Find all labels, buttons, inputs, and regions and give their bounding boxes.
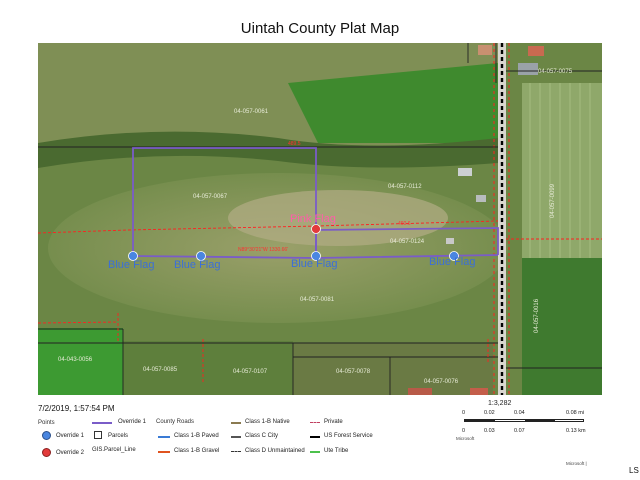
scale-tick-km: 0.07	[514, 428, 525, 434]
scale-tick-km: 0.13 km	[566, 428, 586, 434]
legend-class-d-unmaintained: Class D Unmaintained	[245, 448, 305, 454]
building	[446, 238, 454, 244]
field-south-east	[293, 343, 493, 395]
legend-class-c-city: Class C City	[245, 433, 279, 439]
dimension-label: 489.5	[288, 141, 301, 147]
scale-bar-graphic	[464, 419, 584, 422]
building	[478, 45, 492, 55]
private-road-icon	[310, 422, 320, 423]
override1-point-icon	[42, 431, 51, 440]
building	[528, 46, 544, 56]
legend-class-1b-paved: Class 1-B Paved	[174, 433, 219, 439]
scale-bar: 1:3,282 0 0.02 0.04 0.08 mi 0 0.03 0.07 …	[448, 400, 598, 441]
scale-tick-mi: 0	[462, 410, 466, 416]
scale-tick-km: 0	[462, 428, 466, 434]
legend-class-1b-native: Class 1-B Native	[245, 419, 290, 425]
override2-point-icon	[42, 448, 51, 457]
parcel-id[interactable]: 04-057-0076	[424, 379, 459, 385]
print-date: 7/2/2019, 1:57:54 PM	[38, 404, 115, 413]
parcel-id[interactable]: 04-057-0107	[233, 369, 268, 375]
scale-tick-mi: 0.04	[514, 410, 525, 416]
building	[470, 388, 488, 395]
flag-label: Blue Flag	[108, 259, 154, 271]
corner-logo-text: LS	[629, 466, 639, 475]
map-view[interactable]: 04-057-0061 04-057-0067 04-057-0112 04-0…	[38, 43, 602, 395]
city-road-icon	[231, 436, 241, 438]
gravel-road-icon	[158, 451, 170, 453]
override-line-icon	[92, 422, 112, 424]
dimension-label: N89°30'21"W 1330.66'	[238, 247, 288, 253]
parcel-id[interactable]: 04-057-0016	[534, 298, 540, 333]
dimension-label: 460.6	[398, 221, 411, 227]
scale-provider: Microsoft	[456, 436, 475, 441]
parcel-id[interactable]: 04-057-0085	[143, 367, 178, 373]
ute-tribe-icon	[310, 451, 320, 453]
parcel-id[interactable]: 04-057-0081	[300, 297, 335, 303]
scale-tick-mi: 0.08 mi	[566, 410, 585, 416]
parcel-id[interactable]: 04-057-0078	[336, 369, 371, 375]
map-title: Uintah County Plat Map	[240, 20, 400, 37]
legend-private: Private	[324, 419, 343, 425]
parcel-id[interactable]: 04-057-0099	[550, 183, 556, 218]
unmaintained-road-icon	[231, 451, 241, 452]
parcel-id[interactable]: 04-043-0056	[58, 357, 93, 363]
scale-tick-km: 0.03	[484, 428, 495, 434]
building	[476, 195, 486, 202]
parcel-id[interactable]: 04-057-0067	[193, 194, 228, 200]
map-credit: Microsoft |	[566, 461, 587, 466]
parcel-id[interactable]: 04-057-0075	[538, 69, 573, 75]
building	[518, 63, 538, 75]
legend-us-forest-service: US Forest Service	[324, 433, 373, 439]
flag-label: Pink Flag	[290, 213, 336, 225]
parcel-id[interactable]: 04-057-0112	[388, 184, 422, 190]
flag-label: Blue Flag	[429, 256, 475, 268]
parcel-id[interactable]: 04-057-0124	[390, 239, 425, 245]
scale-tick-mi: 0.02	[484, 410, 495, 416]
legend-override2-point: Override 2	[56, 450, 85, 456]
legend-override1-point: Override 1	[56, 433, 85, 439]
flag-label: Blue Flag	[174, 259, 220, 271]
parcel-id[interactable]: 04-057-0061	[234, 109, 269, 115]
legend-class-1b-gravel: Class 1-B Gravel	[174, 448, 220, 454]
building	[408, 388, 432, 395]
aerial-map-canvas[interactable]: 04-057-0061 04-057-0067 04-057-0112 04-0…	[38, 43, 602, 395]
native-road-icon	[231, 422, 241, 424]
forest-service-icon	[310, 436, 320, 438]
legend-county-roads-header: County Roads	[156, 419, 195, 425]
legend-override1-line: Override 1	[118, 419, 147, 425]
scale-ratio: 1:3,282	[488, 400, 512, 407]
legend-points-header: Points	[38, 420, 55, 426]
parcels-icon	[94, 431, 102, 439]
legend-ute-tribe: Ute Tribe	[324, 448, 349, 454]
paved-road-icon	[158, 436, 170, 438]
building	[458, 168, 472, 176]
dry-patch	[228, 190, 448, 246]
legend-gis-parcel-line: GIS.Parcel_Line	[92, 447, 136, 453]
flag-label: Blue Flag	[291, 258, 337, 270]
legend-parcels: Parcels	[108, 433, 129, 439]
